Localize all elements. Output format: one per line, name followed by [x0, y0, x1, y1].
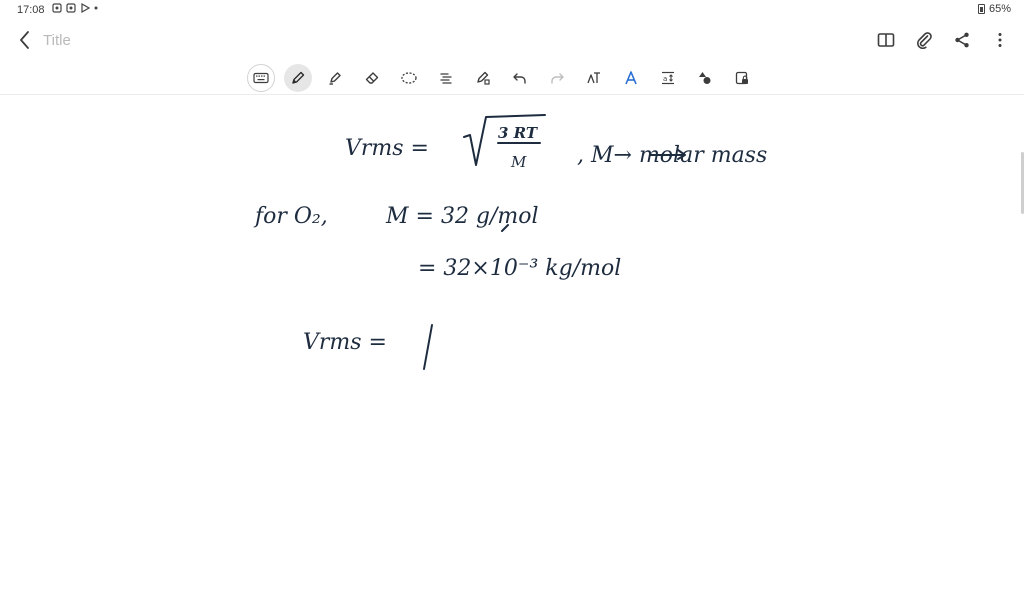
sqrt-sign-2 [423, 324, 433, 370]
eraser-tool[interactable] [358, 64, 386, 92]
share-icon [955, 32, 969, 48]
handwriting-to-text-tool[interactable] [580, 64, 608, 92]
drawing-toolbar: a [0, 62, 1024, 95]
title-bar [0, 22, 1024, 60]
screen-record-icon [66, 3, 76, 13]
spacing-tool[interactable]: a [654, 64, 682, 92]
status-bar: 17:08 65% [0, 0, 1024, 20]
handwriting-to-text-icon [587, 72, 600, 84]
battery-icon [977, 4, 985, 14]
redo-button[interactable] [543, 64, 571, 92]
highlighter-tool[interactable] [321, 64, 349, 92]
highlighter-icon [329, 72, 341, 85]
line1-lhs: Vrms = [345, 136, 429, 161]
spacing-icon: a [662, 71, 674, 85]
line2-label: for O₂, [253, 204, 328, 229]
redo-icon [551, 73, 564, 84]
note-canvas[interactable]: Vrms = 3 RT M , M→ molar mass for O₂, M … [0, 95, 1024, 614]
read-only-tool[interactable] [728, 64, 756, 92]
battery-percent: 65% [988, 3, 1011, 15]
line1-denominator: M [510, 153, 527, 171]
line1-note: , M→ molar mass [577, 143, 767, 168]
shape-icon [477, 71, 490, 85]
title-input[interactable] [43, 30, 343, 50]
insert-shape-icon [699, 72, 711, 84]
book-view-button[interactable] [876, 30, 896, 50]
back-button[interactable] [14, 29, 36, 51]
share-button[interactable] [952, 30, 972, 50]
eraser-icon [365, 72, 379, 84]
notification-icons [52, 3, 98, 13]
read-only-lock-icon [735, 71, 748, 85]
play-store-icon [81, 3, 90, 13]
keyboard-tool[interactable] [247, 64, 275, 92]
insert-shape-tool[interactable] [691, 64, 719, 92]
status-right: 65% [977, 3, 1011, 15]
attach-button[interactable] [914, 30, 934, 50]
line4-lhs: Vrms = [303, 330, 387, 355]
more-vertical-icon [998, 33, 1002, 47]
paperclip-icon [917, 32, 932, 49]
lasso-tool[interactable] [395, 64, 423, 92]
status-time: 17:08 [17, 4, 45, 16]
chevron-left-icon [20, 31, 29, 49]
text-box-icon [440, 73, 452, 84]
text-box-tool[interactable] [432, 64, 460, 92]
pen-color-icon [625, 71, 637, 85]
title-actions [876, 30, 1010, 50]
pen-tool[interactable] [284, 64, 312, 92]
screen-record-icon [52, 3, 62, 13]
shape-tool[interactable] [469, 64, 497, 92]
pen-icon [292, 71, 305, 84]
dot-icon [94, 6, 98, 10]
lasso-icon [401, 72, 417, 84]
more-options-button[interactable] [990, 30, 1010, 50]
line3-expr: = 32×10⁻³ kg/mol [418, 256, 621, 281]
line1-numerator: 3 RT [498, 124, 539, 142]
handwriting-layer: Vrms = 3 RT M , M→ molar mass for O₂, M … [253, 114, 767, 370]
undo-icon [513, 73, 526, 84]
book-icon [877, 33, 895, 47]
keyboard-icon [253, 72, 269, 84]
svg-text:a: a [663, 75, 667, 83]
pen-color-tool[interactable] [617, 64, 645, 92]
undo-button[interactable] [506, 64, 534, 92]
line2-expr: M = 32 g/mol [385, 204, 539, 229]
